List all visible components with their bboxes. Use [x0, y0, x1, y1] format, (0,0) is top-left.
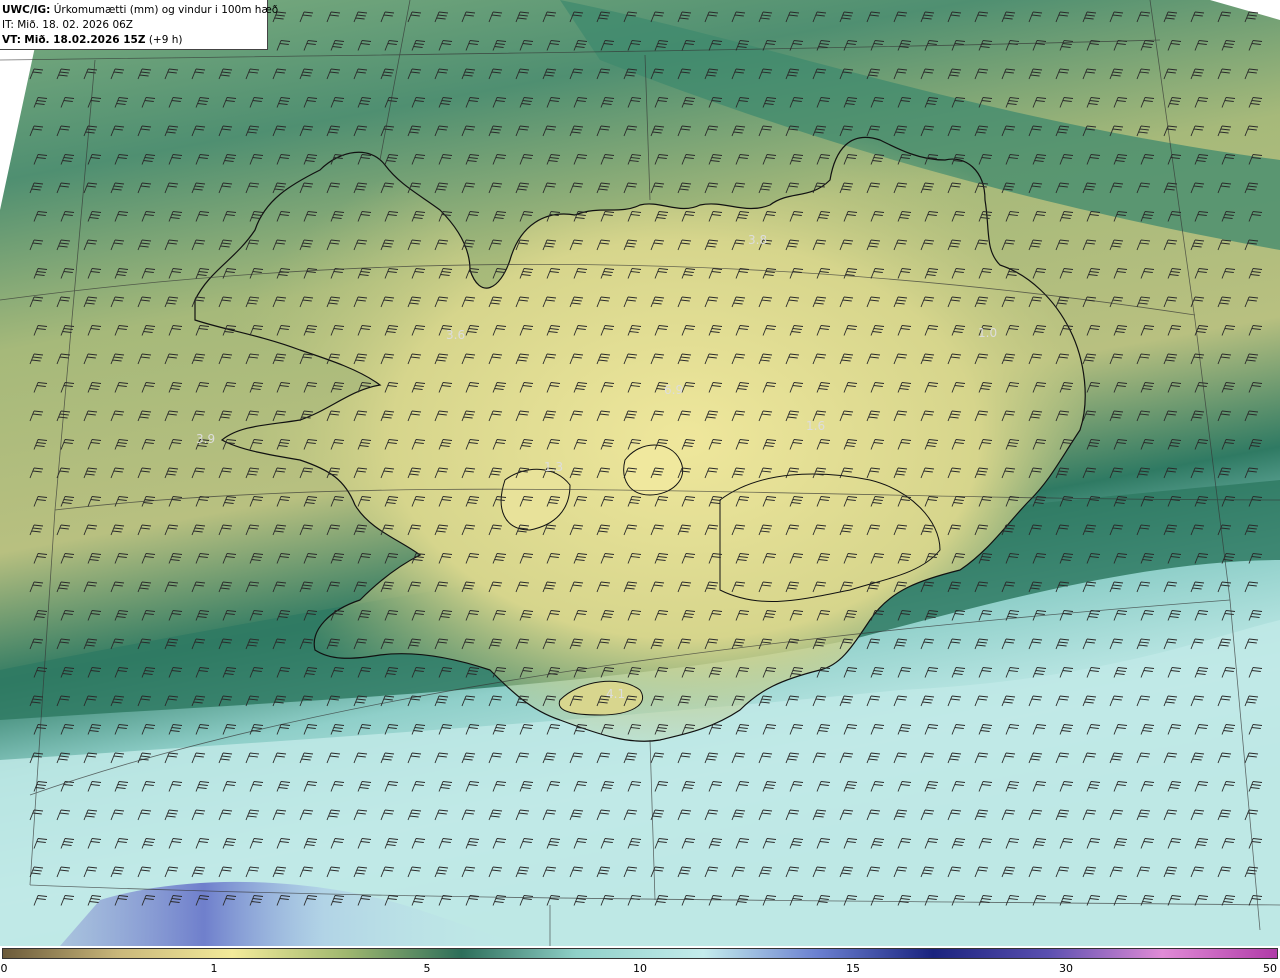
colorbar-tick-label: 50 — [1263, 962, 1277, 975]
value-label: 1.0 — [978, 326, 997, 340]
colorbar-strip — [2, 948, 1278, 959]
map-title-box: UWC/IG: Úrkomumætti (mm) og vindur i 100… — [0, 0, 278, 50]
value-label: 3.9 — [196, 432, 215, 446]
colorbar-tick-label: 5 — [423, 962, 431, 975]
precipitation-wind-map[interactable]: 3.8 3.6 3.9 4.1 1.3 6.9 1.6 1.0 — [0, 0, 1280, 946]
value-label: 4.1 — [606, 687, 625, 701]
valid-prefix: VT: — [2, 34, 21, 46]
valid-time: Mið. 18.02.2026 15Z — [24, 34, 146, 46]
colorbar-tick-label: 30 — [1059, 962, 1073, 975]
colorbar-tick-label: 1 — [210, 962, 218, 975]
value-label: 1.3 — [544, 460, 563, 474]
map-svg: 3.8 3.6 3.9 4.1 1.3 6.9 1.6 1.0 — [0, 0, 1280, 946]
product-code: UWC/IG: — [2, 4, 51, 16]
product-description: Úrkomumætti (mm) og vindur i 100m hæð — [53, 4, 279, 16]
colorbar-tick-label: 15 — [846, 962, 860, 975]
colorbar-legend: 0 1 5 10 15 30 50 — [0, 946, 1280, 978]
colorbar-tick-label: 10 — [633, 962, 647, 975]
glacier-hofsjokull — [623, 444, 684, 496]
value-label: 6.9 — [664, 383, 683, 397]
value-label: 3.8 — [748, 233, 767, 247]
valid-time-row: VT: Mið. 18.02.2026 15Z (+9 h) — [2, 33, 267, 48]
issue-time: IT: Mið. 18. 02. 2026 06Z — [2, 19, 133, 31]
colorbar-tick-label: 0 — [0, 962, 8, 975]
value-label: 3.6 — [446, 328, 465, 342]
value-label: 1.6 — [806, 419, 825, 433]
title-row: UWC/IG: Úrkomumætti (mm) og vindur i 100… — [2, 3, 278, 18]
valid-offset: (+9 h) — [148, 34, 183, 46]
